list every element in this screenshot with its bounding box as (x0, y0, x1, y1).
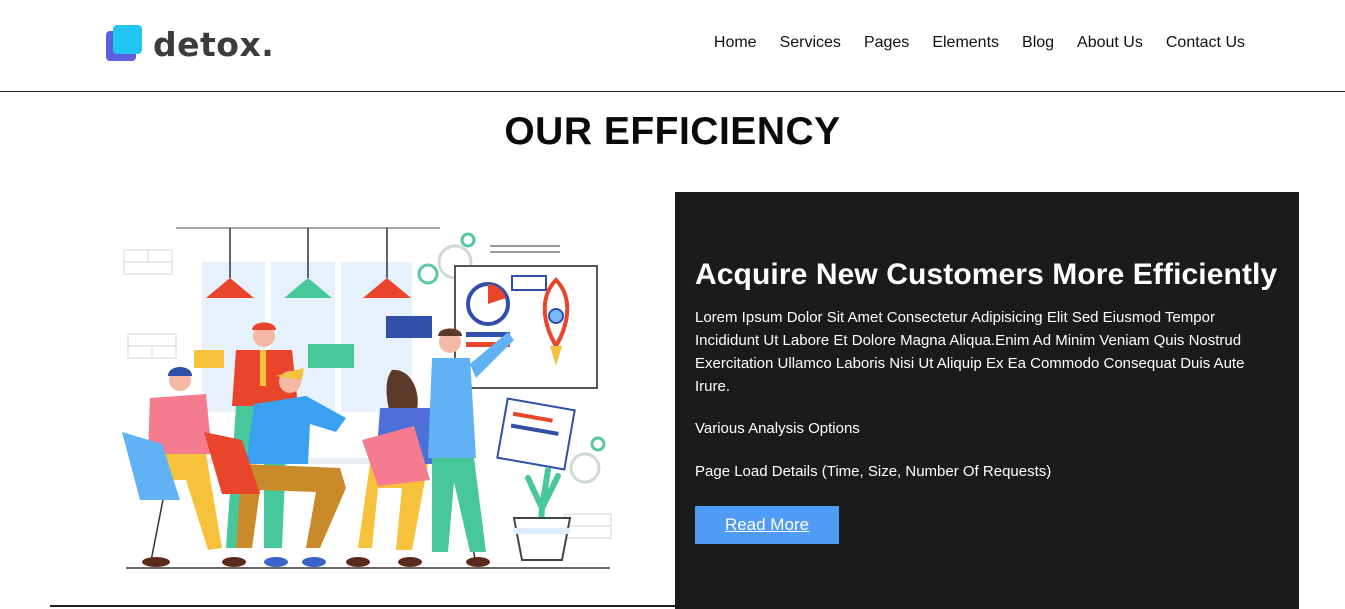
site-header: detox. Home Services Pages Elements Blog… (0, 0, 1345, 92)
nav-contact-us[interactable]: Contact Us (1166, 34, 1245, 52)
panel-heading: Acquire New Customers More Efficiently (695, 258, 1278, 291)
nav-elements[interactable]: Elements (932, 34, 999, 52)
nav-blog[interactable]: Blog (1022, 34, 1054, 52)
nav-about-us[interactable]: About Us (1077, 34, 1143, 52)
nav-services[interactable]: Services (780, 34, 841, 52)
section-title: OUR EFFICIENCY (504, 110, 841, 153)
panel-description: Lorem Ipsum Dolor Sit Amet Consectetur A… (695, 309, 1245, 395)
section-divider (50, 605, 675, 607)
feature-panel: Acquire New Customers More Efficiently L… (675, 192, 1299, 609)
main-nav: Home Services Pages Elements Blog About … (714, 34, 1245, 52)
feature-item-analysis: Various Analysis Options (695, 420, 860, 437)
logo-text: detox. (153, 24, 275, 64)
logo-icon (104, 24, 144, 64)
logo[interactable]: detox. (104, 24, 274, 64)
read-more-button[interactable]: Read More (695, 506, 839, 544)
team-meeting-illustration (122, 227, 612, 569)
nav-home[interactable]: Home (714, 34, 757, 52)
nav-pages[interactable]: Pages (864, 34, 909, 52)
feature-item-page-load: Page Load Details (Time, Size, Number Of… (695, 463, 1052, 480)
